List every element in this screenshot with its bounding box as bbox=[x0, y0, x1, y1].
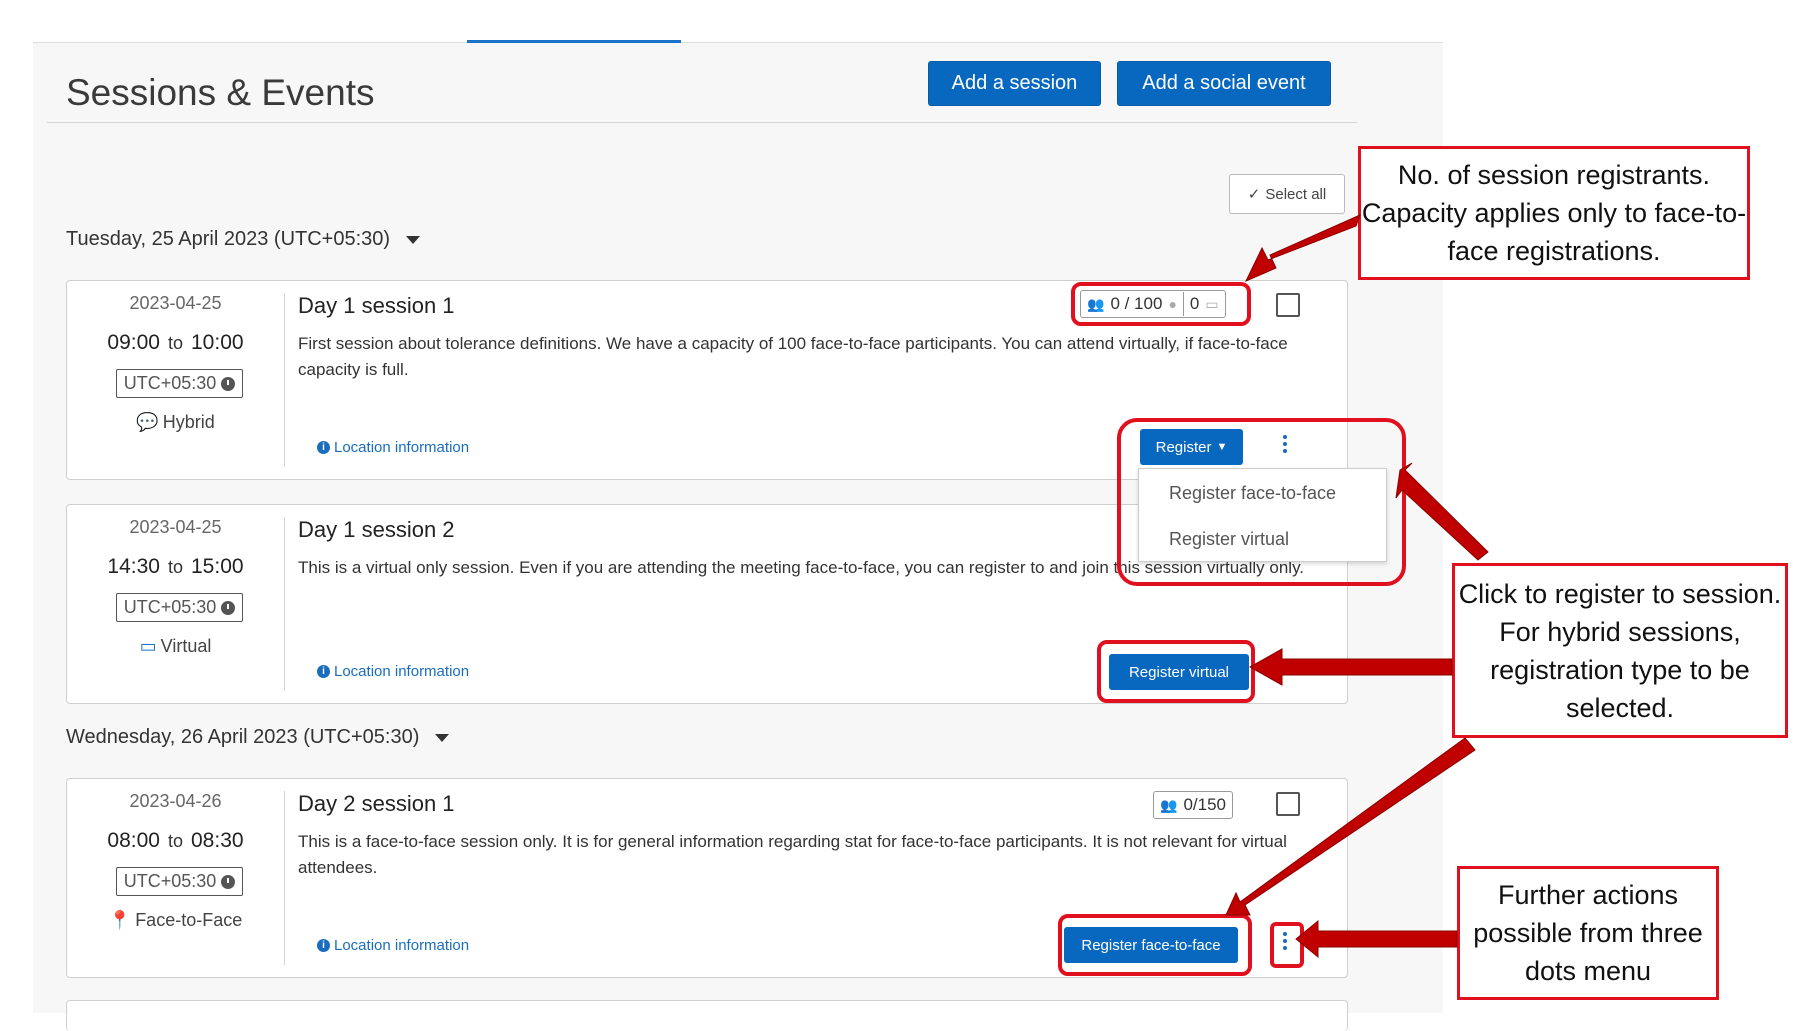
session-time: 09:00 to 10:00 bbox=[67, 331, 284, 355]
timezone-badge: UTC+05:30 bbox=[116, 369, 243, 398]
session-title: Day 2 session 1 bbox=[298, 791, 455, 816]
monitor-icon: ▭ bbox=[139, 636, 157, 656]
info-icon: i bbox=[317, 441, 330, 454]
time-separator: to bbox=[167, 333, 183, 353]
session-description: This is a face-to-face session only. It … bbox=[298, 832, 1287, 877]
check-icon: ✓ bbox=[1247, 186, 1261, 203]
clock-icon bbox=[221, 874, 236, 889]
session-title: Day 1 session 2 bbox=[298, 517, 455, 542]
timezone-label: UTC+05:30 bbox=[123, 597, 217, 617]
capacity-indicator: 👥 0/150 bbox=[1153, 791, 1233, 819]
hybrid-icon: 💬 bbox=[136, 412, 159, 432]
start-time: 14:30 bbox=[107, 555, 160, 578]
session-time: 08:00 to 08:30 bbox=[67, 829, 284, 853]
session-mode-label: Virtual bbox=[160, 636, 212, 656]
info-icon: i bbox=[317, 939, 330, 952]
callout-more-actions: Further actions possible from three dots… bbox=[1457, 866, 1719, 1000]
location-label: Location information bbox=[334, 663, 470, 680]
session-date: 2023-04-25 bbox=[129, 517, 222, 537]
more-actions-highlight bbox=[1270, 922, 1304, 968]
session-mode: 📍 Face-to-Face bbox=[67, 910, 284, 931]
session-mode-label: Hybrid bbox=[162, 412, 215, 432]
session-mode-label: Face-to-Face bbox=[135, 910, 243, 930]
register-f2f-highlight bbox=[1058, 914, 1252, 976]
active-tab-indicator bbox=[467, 40, 681, 43]
session-description: First session about tolerance definition… bbox=[298, 334, 1288, 379]
session-time: 14:30 to 15:00 bbox=[67, 555, 284, 579]
select-all-button[interactable]: ✓ Select all bbox=[1229, 174, 1345, 214]
location-info-link[interactable]: i Location information bbox=[317, 937, 469, 954]
callout-registrants: No. of session registrants. Capacity app… bbox=[1358, 146, 1750, 280]
start-time: 08:00 bbox=[107, 829, 160, 852]
session-mode: ▭ Virtual bbox=[67, 636, 284, 657]
session-checkbox[interactable] bbox=[1276, 792, 1300, 816]
end-time: 10:00 bbox=[191, 331, 244, 354]
capacity-highlight bbox=[1071, 282, 1251, 326]
timezone-label: UTC+05:30 bbox=[123, 373, 217, 393]
end-time: 15:00 bbox=[191, 555, 244, 578]
session-mode: 💬 Hybrid bbox=[67, 412, 284, 433]
timezone-label: UTC+05:30 bbox=[123, 871, 217, 891]
register-menu-highlight bbox=[1117, 418, 1406, 586]
map-pin-icon: 📍 bbox=[108, 910, 132, 930]
day-heading[interactable]: Tuesday, 25 April 2023 (UTC+05:30) bbox=[66, 228, 421, 251]
session-date: 2023-04-26 bbox=[129, 791, 222, 811]
info-icon: i bbox=[317, 665, 330, 678]
caret-down-icon[interactable] bbox=[435, 733, 450, 742]
session-card bbox=[66, 1000, 1348, 1031]
capacity-f2f: 0/150 bbox=[1183, 795, 1226, 814]
session-checkbox[interactable] bbox=[1276, 293, 1300, 317]
caret-down-icon[interactable] bbox=[406, 235, 421, 244]
time-separator: to bbox=[167, 831, 183, 851]
day-heading-label: Wednesday, 26 April 2023 (UTC+05:30) bbox=[66, 726, 420, 748]
location-info-link[interactable]: i Location information bbox=[317, 439, 469, 456]
people-icon: 👥 bbox=[1160, 796, 1178, 813]
add-social-event-button[interactable]: Add a social event bbox=[1117, 61, 1331, 106]
location-label: Location information bbox=[334, 937, 470, 954]
time-separator: to bbox=[167, 557, 183, 577]
session-date: 2023-04-25 bbox=[129, 293, 222, 313]
timezone-badge: UTC+05:30 bbox=[116, 593, 243, 622]
timezone-badge: UTC+05:30 bbox=[116, 867, 243, 896]
end-time: 08:30 bbox=[191, 829, 244, 852]
day-heading-label: Tuesday, 25 April 2023 (UTC+05:30) bbox=[66, 228, 391, 250]
add-session-button[interactable]: Add a session bbox=[928, 61, 1101, 106]
register-virtual-highlight bbox=[1097, 640, 1255, 703]
callout-register: Click to register to session. For hybrid… bbox=[1452, 563, 1788, 738]
clock-icon bbox=[221, 376, 236, 391]
select-all-label: Select all bbox=[1265, 185, 1327, 203]
page-title: Sessions & Events bbox=[66, 72, 375, 113]
location-label: Location information bbox=[334, 439, 470, 456]
start-time: 09:00 bbox=[107, 331, 160, 354]
day-heading[interactable]: Wednesday, 26 April 2023 (UTC+05:30) bbox=[66, 726, 450, 749]
clock-icon bbox=[221, 600, 236, 615]
location-info-link[interactable]: i Location information bbox=[317, 663, 469, 680]
session-title: Day 1 session 1 bbox=[298, 293, 455, 318]
